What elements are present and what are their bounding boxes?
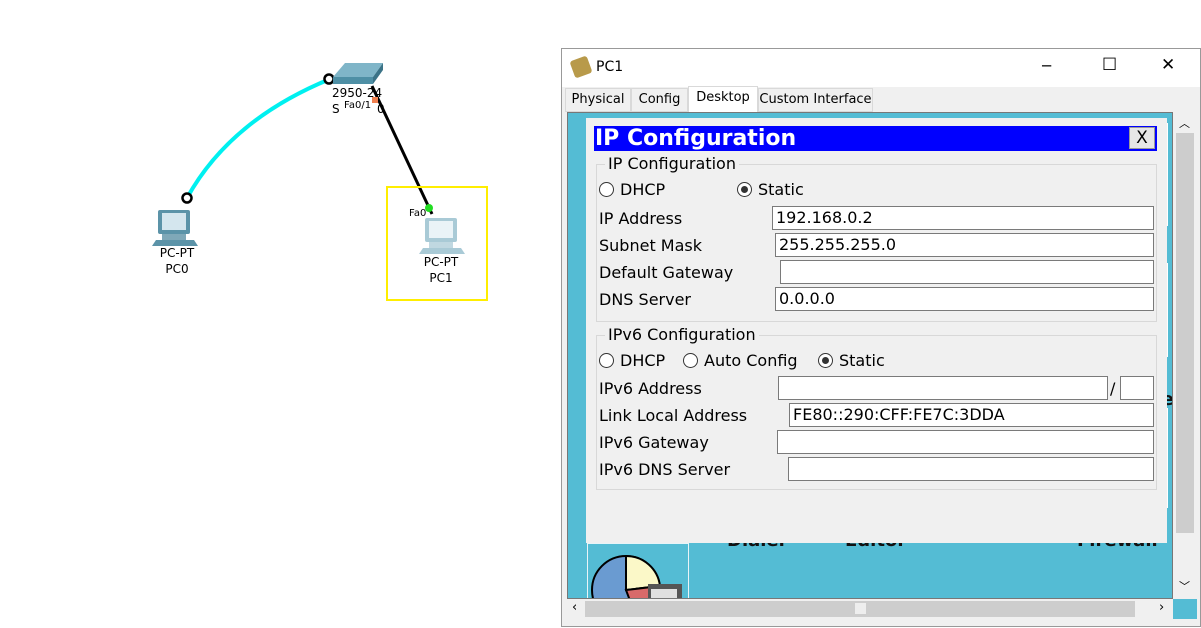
switch-model-label: 2950-24 [332,86,383,100]
horizontal-scrollbar[interactable]: ‹ › [567,599,1173,619]
static-radio[interactable]: Static [737,180,804,200]
ipv6-legend: IPv6 Configuration [605,326,759,344]
topology-canvas[interactable] [0,0,560,628]
switch-icon[interactable] [333,63,383,84]
ip-configuration-dialog: IP Configuration X IP Configuration DHCP… [586,118,1167,543]
prefix-slash: / [1110,379,1116,398]
pc1-model-label: PC-PT [423,255,459,269]
pc1-icon[interactable] [419,218,465,254]
tab-physical[interactable]: Physical [565,88,631,112]
ipv6-dns-label: IPv6 DNS Server [599,460,731,479]
dialog-title: IP Configuration [595,126,797,151]
dialog-title-bar: IP Configuration X [594,126,1157,151]
ipv6-static-radio[interactable]: Static [818,351,885,371]
default-gateway-label: Default Gateway [599,263,734,282]
dns-server-input[interactable]: 0.0.0.0 [775,287,1154,311]
tab-desktop[interactable]: Desktop [688,86,758,112]
pc1-port-label: Fa0 [409,208,427,219]
scroll-up-icon[interactable]: ︿ [1179,115,1190,131]
vertical-scrollbar[interactable]: ︿ ﹀ [1173,112,1197,599]
ipv6-gateway-label: IPv6 Gateway [599,433,709,452]
ipv4-group: IP Configuration DHCP Static IP Address … [596,155,1157,322]
scroll-left-icon[interactable]: ‹ [572,600,577,615]
dhcp-radio[interactable]: DHCP [599,180,665,200]
console-cable[interactable] [185,77,331,199]
packet-tracer-icon [569,55,593,79]
link-local-input[interactable]: FE80::290:CFF:FE7C:3DDA [789,403,1154,427]
window-title: PC1 [596,59,624,75]
ipv6-address-input[interactable] [778,376,1108,400]
switch-name-suffix: 0 [377,102,385,116]
link-endpoint [181,192,193,204]
ipv6-address-label: IPv6 Address [599,379,702,398]
pc0-model-label: PC-PT [159,246,195,260]
title-bar[interactable]: PC1 ─ ☐ ✕ [562,49,1200,87]
scroll-down-icon[interactable]: ﹀ [1179,578,1190,594]
ipv6-group: IPv6 Configuration DHCP Auto Config Stat… [596,326,1157,490]
ip-address-label: IP Address [599,209,683,228]
h-scrollbar-thumb[interactable] [855,603,866,614]
ipv6-dns-input[interactable] [788,457,1154,481]
tab-config[interactable]: Config [631,88,688,112]
ipv6-prefix-input[interactable] [1120,376,1154,400]
subnet-mask-input[interactable]: 255.255.255.0 [775,233,1154,257]
pppoe-dialer-app-icon[interactable] [587,543,689,598]
dialog-close-button[interactable]: X [1129,127,1155,149]
switch-name-label: S [332,102,340,116]
scrollbar-thumb[interactable] [1176,133,1194,533]
subnet-mask-label: Subnet Mask [599,236,703,255]
link-endpoint [323,73,335,85]
default-gateway-input[interactable] [780,260,1154,284]
maximize-button[interactable]: ☐ [1102,55,1117,75]
ipv4-legend: IP Configuration [605,155,739,173]
desktop-area: te Dialer Editor Firewall IP Configurati… [567,112,1173,599]
link-local-label: Link Local Address [599,406,748,425]
ipv6-gateway-input[interactable] [777,430,1154,454]
close-button[interactable]: ✕ [1161,55,1175,75]
ipv6-auto-config-radio[interactable]: Auto Config [683,351,798,371]
dns-server-label: DNS Server [599,290,691,309]
pc0-icon[interactable] [152,210,198,246]
switch-port-label: Fa0/1 [344,100,372,111]
ipv6-dhcp-radio[interactable]: DHCP [599,351,665,371]
pc0-name-label: PC0 [165,262,189,276]
tab-custom-interface[interactable]: Custom Interface [758,88,873,112]
scroll-right-icon[interactable]: › [1159,600,1164,615]
ip-address-input[interactable]: 192.168.0.2 [772,206,1154,230]
pc1-name-label: PC1 [429,271,453,285]
minimize-button[interactable]: ─ [1042,57,1051,75]
scroll-corner [1173,599,1197,619]
pc1-window: PC1 ─ ☐ ✕ Physical Config Desktop Custom… [561,48,1201,627]
